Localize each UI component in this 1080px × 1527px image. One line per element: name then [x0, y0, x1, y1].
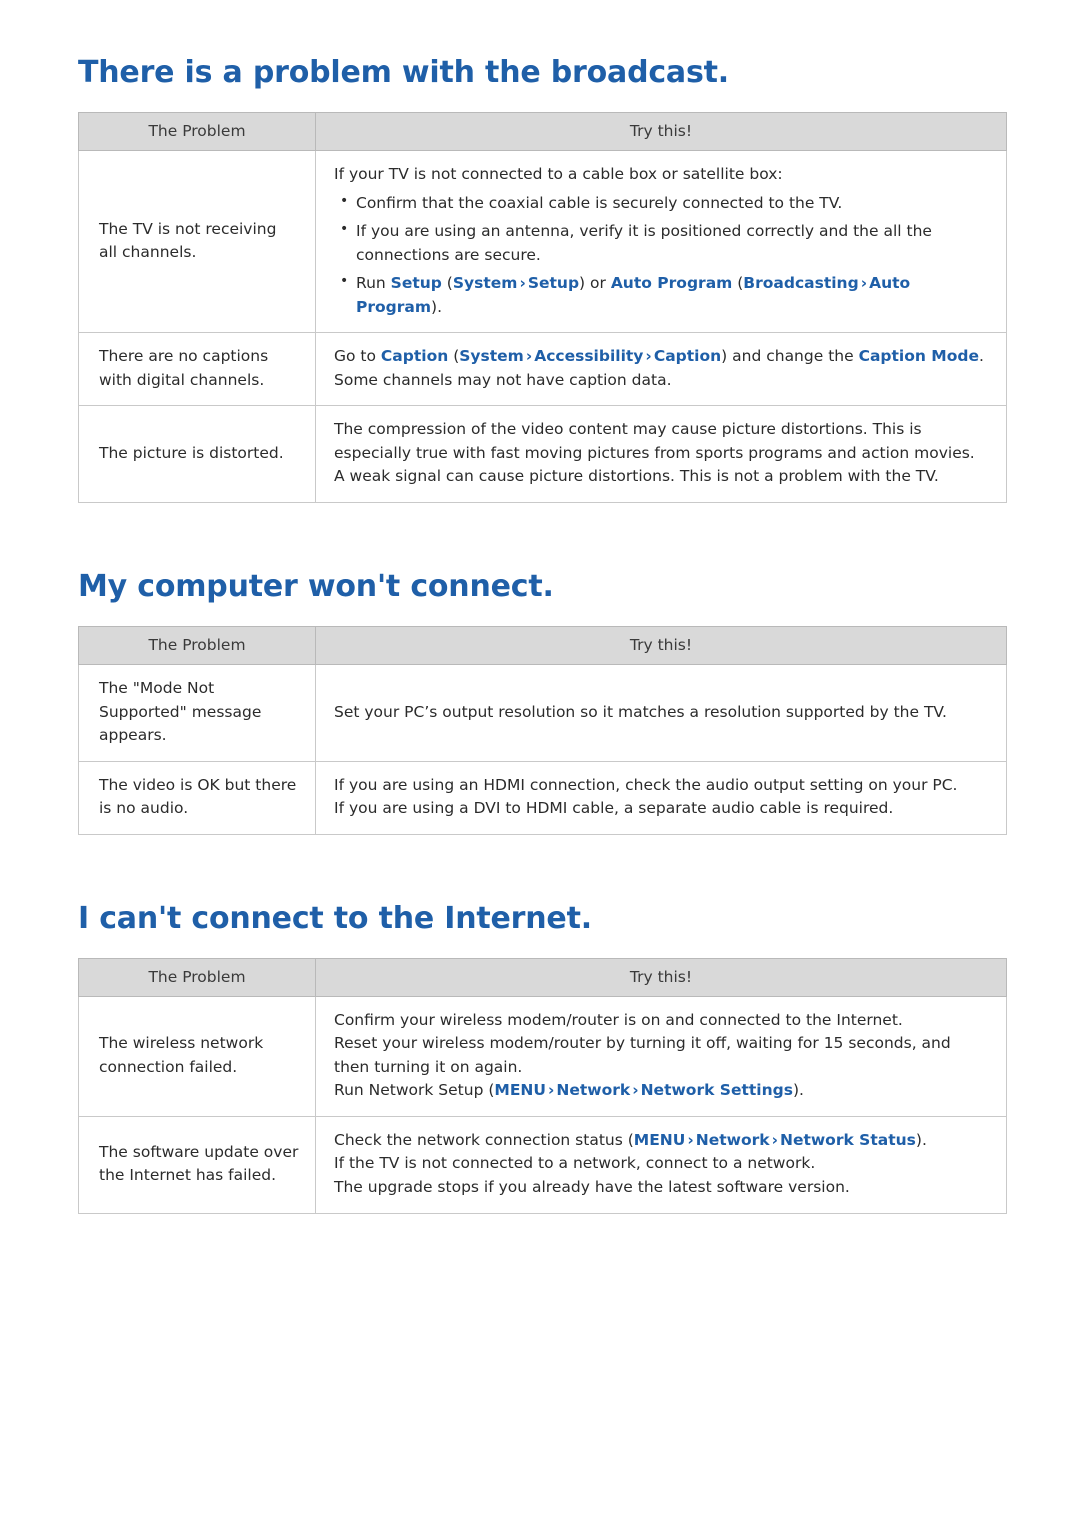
menu-path-auto-program: Auto Program: [610, 274, 733, 293]
solution-cell: If you are using an HDMI connection, che…: [315, 760, 1007, 835]
paren-close-or: ) or: [579, 274, 611, 293]
solution-cell: If your TV is not connected to a cable b…: [315, 149, 1007, 334]
menu-path-system: System: [452, 274, 518, 293]
menu-path-network: Network: [695, 1130, 770, 1149]
section-broadcast-problem: There is a problem with the broadcast. T…: [78, 55, 1007, 504]
menu-path-caption-mode: Caption Mode: [858, 347, 979, 366]
problem-cell: The video is OK but there is no audio.: [78, 760, 316, 835]
solution-cell: The compression of the video content may…: [315, 405, 1007, 504]
page-title: There is a problem with the broadcast.: [78, 55, 729, 90]
page-title: My computer won't connect.: [78, 569, 554, 605]
section-internet-connect: I can't connect to the Internet. The Pro…: [78, 900, 1007, 1214]
problem-cell: The TV is not receiving all channels.: [78, 149, 316, 334]
solution-line: Run Network Setup (MENU › Network › Network …: [334, 1079, 990, 1103]
solution-cell: Check the network connection status (MEN…: [315, 1115, 1007, 1214]
chevron-right-icon: ›: [519, 274, 526, 293]
paren-close: ).: [431, 297, 442, 316]
menu-path-setup: Setup: [390, 274, 442, 293]
solution-line: Some channels may not have caption data.: [334, 370, 672, 389]
section-computer-connect: My computer won't connect. The Problem T…: [78, 569, 1007, 835]
menu-path-accessibility: Accessibility: [534, 347, 644, 366]
solution-line: Check the network connection status (MEN…: [334, 1129, 990, 1153]
menu-path-network: Network: [556, 1081, 631, 1100]
solution-line: If the TV is not connected to a network,…: [334, 1154, 816, 1173]
chevron-right-icon: ›: [687, 1130, 694, 1149]
solution-cell: Go to Caption (System › Accessibility › Capt…: [315, 332, 1007, 407]
table-row: The "Mode Not Supported" message appears…: [78, 664, 1007, 762]
table-row: The wireless network connection failed. …: [78, 995, 1007, 1117]
chevron-right-icon: ›: [547, 1081, 555, 1100]
chevron-right-icon: ›: [860, 274, 868, 293]
solution-cell: Confirm your wireless modem/router is on…: [315, 995, 1007, 1117]
solution-line: If you are using an HDMI connection, che…: [334, 775, 958, 794]
menu-path-menu: MENU: [494, 1081, 546, 1100]
table-row: The TV is not receiving all channels. If…: [78, 149, 1007, 334]
text-prefix: Go to: [334, 347, 381, 366]
troubleshooting-table: The Problem Try this! The "Mode Not Supp…: [78, 626, 1007, 835]
table-row: The picture is distorted. The compressio…: [78, 405, 1007, 504]
menu-path-menu: MENU: [633, 1130, 686, 1149]
chevron-right-icon: ›: [645, 347, 652, 366]
page-title: I can't connect to the Internet.: [78, 900, 592, 936]
text-prefix: Run Network Setup (: [334, 1081, 495, 1100]
chevron-right-icon: ›: [632, 1081, 639, 1100]
menu-path-network-settings: Network Settings: [640, 1081, 793, 1100]
table-row: There are no captions with digital chann…: [78, 332, 1007, 407]
table-row: The video is OK but there is no audio. I…: [78, 760, 1007, 835]
text-suffix: .: [978, 347, 984, 366]
solution-line: Set your PC’s output resolution so it ma…: [334, 702, 947, 721]
solution-line: The upgrade stops if you already have th…: [334, 1178, 850, 1197]
bullet-text-prefix: Run: [356, 274, 391, 293]
column-header-problem: The Problem: [78, 957, 316, 997]
column-header-problem: The Problem: [78, 626, 316, 666]
list-item: If you are using an antenna, verify it i…: [334, 219, 990, 267]
solution-cell: Set your PC’s output resolution so it ma…: [315, 664, 1007, 762]
solution-bullet-list: Confirm that the coaxial cable is secure…: [334, 191, 990, 320]
solution-line: Go to Caption (System › Accessibility › Capt…: [334, 345, 990, 369]
problem-cell: The picture is distorted.: [78, 405, 316, 504]
paren-open: (: [448, 347, 460, 366]
table-row: The software update over the Internet ha…: [78, 1115, 1007, 1214]
list-item: Run Setup (System›Setup) or Auto Program…: [334, 271, 990, 319]
menu-path-setup-2: Setup: [527, 274, 580, 293]
text-middle: ) and change the: [721, 347, 859, 366]
list-item: Confirm that the coaxial cable is secure…: [334, 191, 990, 216]
paren-open-2: (: [732, 274, 744, 293]
troubleshooting-table: The Problem Try this! The TV is not rece…: [78, 112, 1007, 504]
menu-path-caption-2: Caption: [653, 347, 722, 366]
solution-line: Confirm your wireless modem/router is on…: [334, 1010, 903, 1029]
troubleshooting-table: The Problem Try this! The wireless netwo…: [78, 957, 1007, 1214]
solution-line: If you are using a DVI to HDMI cable, a …: [334, 799, 894, 818]
menu-path-system: System: [459, 347, 524, 366]
solution-line: A weak signal can cause picture distorti…: [334, 467, 939, 486]
text-suffix: ).: [915, 1130, 927, 1149]
column-header-try: Try this!: [315, 957, 1007, 997]
table-header-row: The Problem Try this!: [78, 626, 1007, 666]
document-page: There is a problem with the broadcast. T…: [0, 0, 1080, 1214]
problem-cell: The "Mode Not Supported" message appears…: [78, 664, 316, 762]
text-suffix: ).: [792, 1081, 804, 1100]
column-header-try: Try this!: [315, 626, 1007, 666]
chevron-right-icon: ›: [771, 1130, 778, 1149]
problem-cell: The software update over the Internet ha…: [78, 1115, 316, 1214]
column-header-try: Try this!: [315, 112, 1007, 151]
text-prefix: Check the network connection status (: [334, 1130, 634, 1149]
paren-open: (: [441, 274, 453, 293]
solution-lead: If your TV is not connected to a cable b…: [334, 165, 783, 183]
menu-path-caption: Caption: [380, 347, 449, 366]
chevron-right-icon: ›: [525, 347, 533, 366]
column-header-problem: The Problem: [78, 112, 316, 151]
menu-path-broadcasting: Broadcasting: [743, 274, 859, 293]
problem-cell: The wireless network connection failed.: [78, 995, 316, 1117]
solution-line: The compression of the video content may…: [334, 420, 975, 462]
solution-line: Reset your wireless modem/router by turn…: [334, 1034, 951, 1076]
table-header-row: The Problem Try this!: [78, 957, 1007, 997]
menu-path-network-status: Network Status: [779, 1130, 916, 1149]
table-header-row: The Problem Try this!: [78, 112, 1007, 151]
problem-cell: There are no captions with digital chann…: [78, 332, 316, 407]
